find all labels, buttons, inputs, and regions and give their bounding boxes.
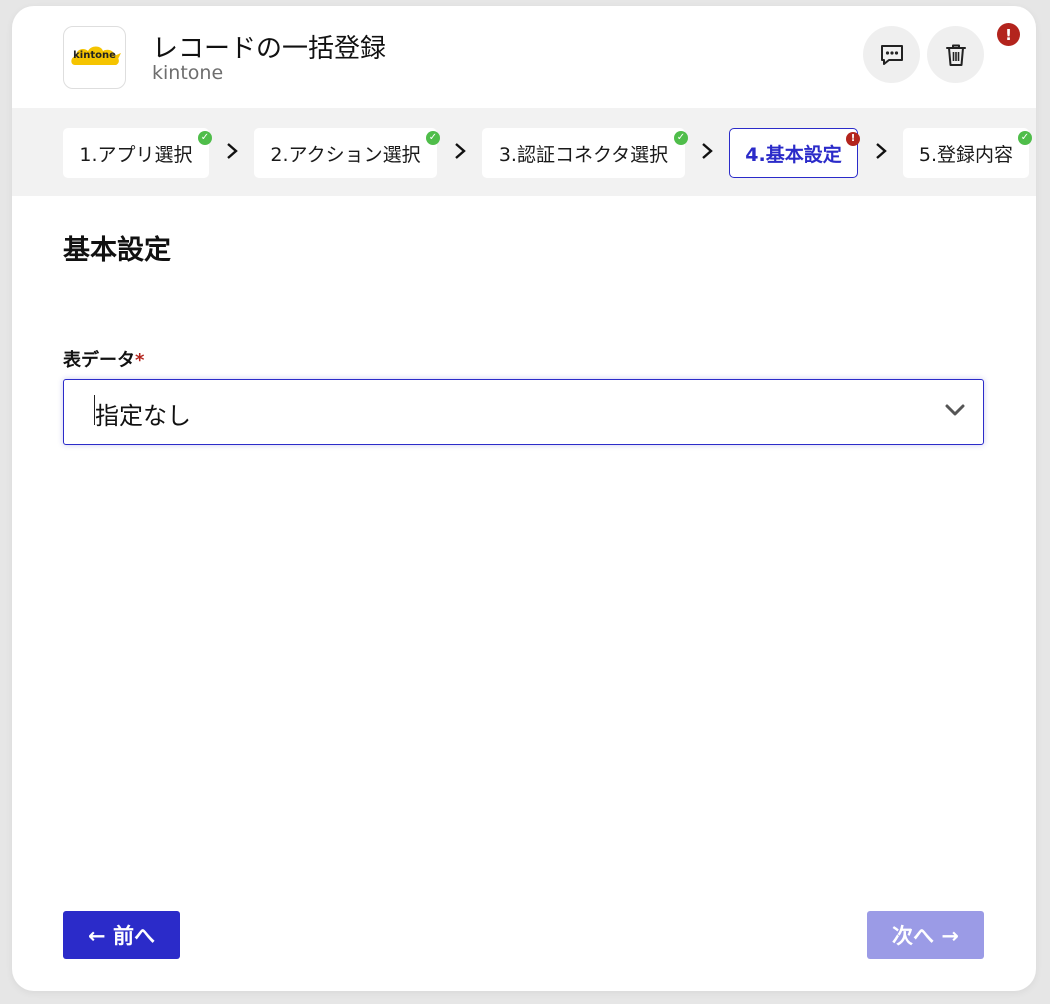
trash-icon — [945, 44, 966, 66]
step-label: 2.アクション選択 — [270, 143, 421, 166]
step-app-select[interactable]: 1.アプリ選択 ✓ — [63, 128, 212, 178]
step-label: 3.認証コネクタ選択 — [498, 143, 669, 166]
check-icon: ✓ — [198, 131, 212, 145]
chevron-right-icon — [455, 143, 466, 159]
check-icon: ✓ — [674, 131, 688, 145]
step-action-select[interactable]: 2.アクション選択 ✓ — [254, 128, 440, 178]
kintone-logo-icon: kintone — [69, 43, 121, 73]
check-icon: ✓ — [1018, 131, 1032, 145]
check-icon: ✓ — [426, 131, 440, 145]
field-label-text: 表データ — [63, 350, 135, 371]
table-data-select[interactable]: 指定なし — [63, 379, 984, 445]
next-button[interactable]: 次へ → — [867, 911, 984, 959]
select-value: 指定なし — [95, 402, 191, 430]
error-icon: ! — [846, 132, 860, 146]
delete-button[interactable] — [927, 26, 984, 83]
step-basic-settings[interactable]: 4.基本設定 ! — [729, 128, 860, 178]
page-subtitle: kintone — [152, 62, 224, 84]
header: kintone レコードの一括登録 kintone ! — [12, 6, 1036, 108]
chevron-right-icon — [227, 143, 238, 159]
dialog-card: kintone レコードの一括登録 kintone ! 1.アプリ選択 ✓ 2.… — [12, 6, 1036, 991]
required-mark: * — [135, 350, 145, 371]
app-logo: kintone — [63, 26, 126, 89]
step-registration-content[interactable]: 5.登録内容 ✓ — [903, 128, 1032, 178]
step-label: 5.登録内容 — [918, 143, 1014, 166]
step-label: 4.基本設定 — [745, 143, 842, 166]
chevron-right-icon — [702, 143, 713, 159]
error-badge: ! — [997, 23, 1020, 46]
logo-text: kintone — [73, 49, 116, 61]
page-title: レコードの一括登録 — [152, 34, 387, 64]
comment-icon — [880, 44, 903, 65]
prev-button[interactable]: ← 前へ — [63, 911, 180, 959]
section-title: 基本設定 — [63, 235, 171, 266]
chevron-down-icon — [945, 404, 965, 416]
chevron-right-icon — [876, 143, 887, 159]
field-label: 表データ* — [63, 346, 144, 372]
step-label: 1.アプリ選択 — [79, 143, 193, 166]
steps-bar: 1.アプリ選択 ✓ 2.アクション選択 ✓ 3.認証コネクタ選択 ✓ 4.基本設… — [12, 108, 1036, 196]
comment-button[interactable] — [863, 26, 920, 83]
step-connector-select[interactable]: 3.認証コネクタ選択 ✓ — [482, 128, 688, 178]
